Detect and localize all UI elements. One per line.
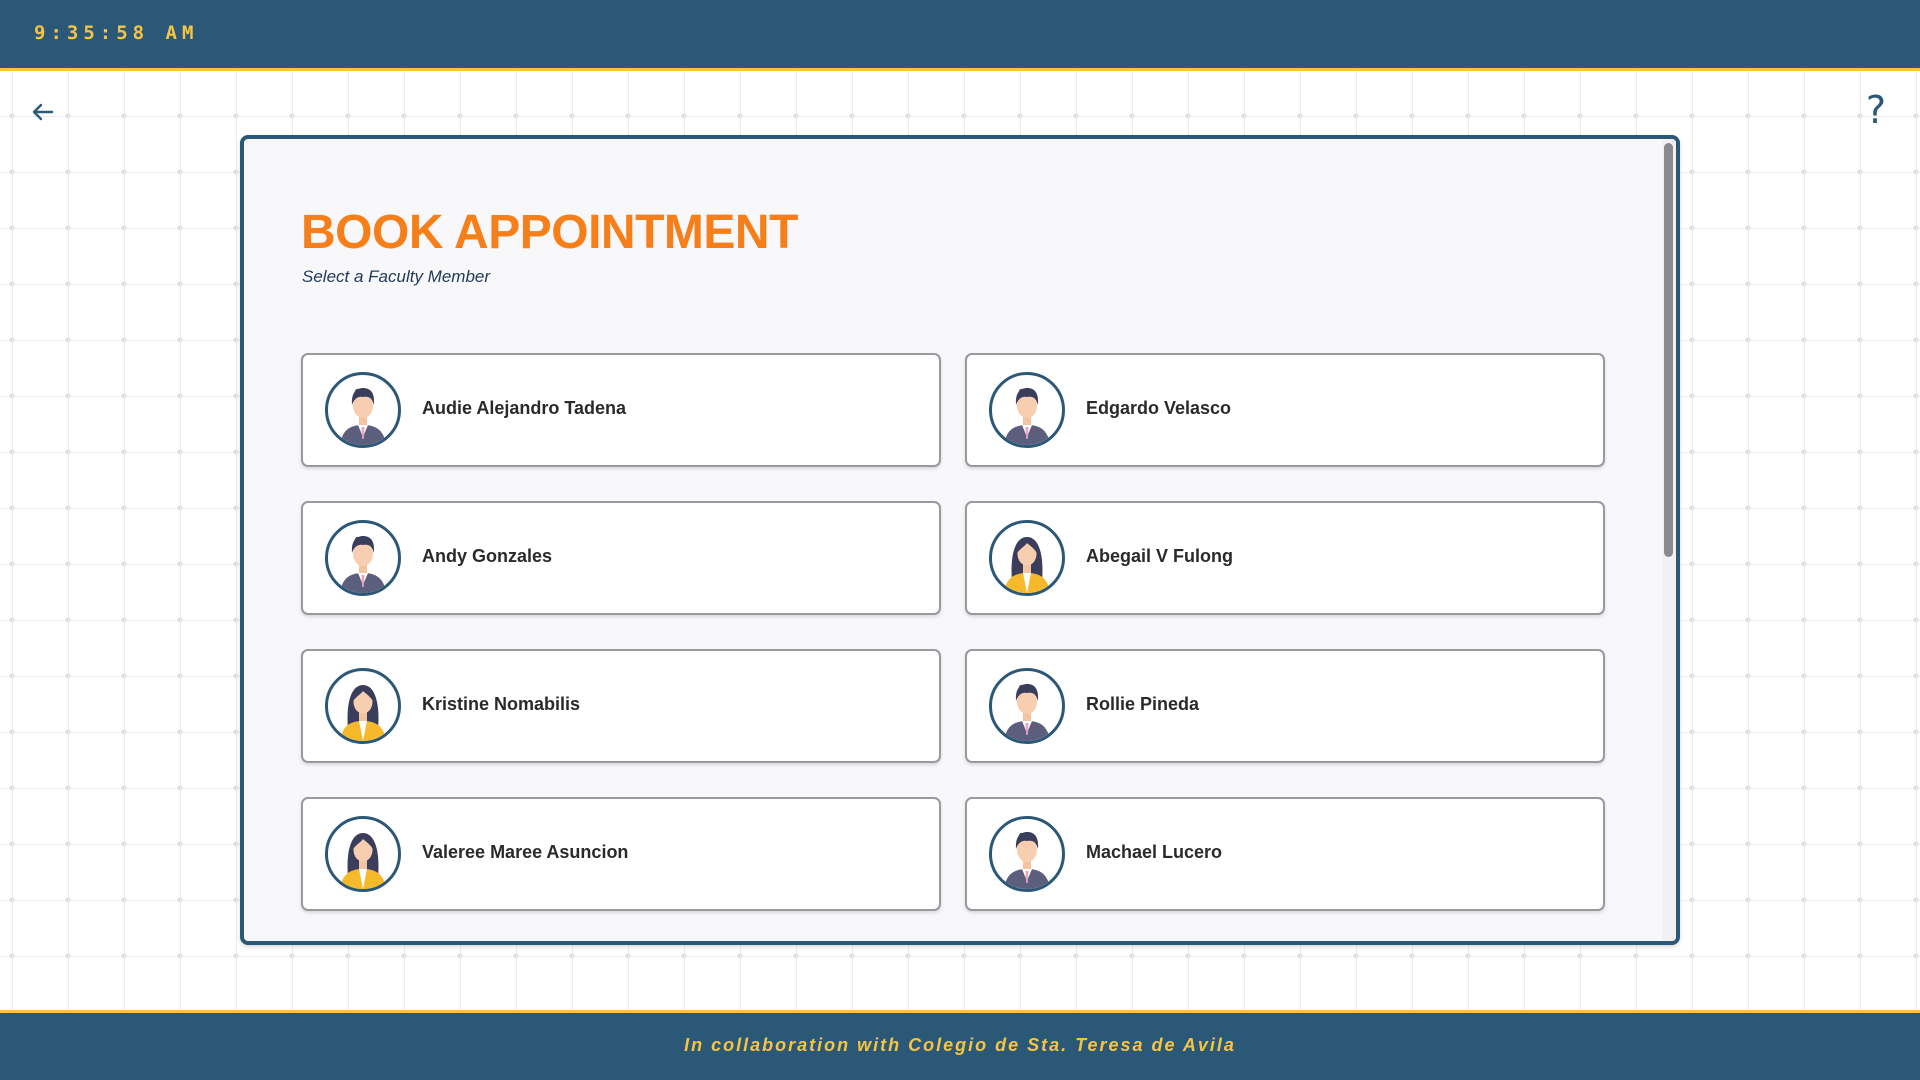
page-subtitle: Select a Faculty Member	[302, 267, 491, 286]
scrollbar[interactable]	[1662, 139, 1676, 941]
faculty-card[interactable]: Machael Lucero	[965, 797, 1605, 911]
faculty-card[interactable]: Valeree Maree Asuncion	[301, 797, 941, 911]
faculty-name: Andy Gonzales	[422, 546, 553, 566]
male-avatar-icon	[325, 520, 401, 596]
faculty-card[interactable]: Rollie Pineda	[965, 649, 1605, 763]
faculty-card[interactable]: Abegail V Fulong	[965, 501, 1605, 615]
faculty-card[interactable]: Kristine Nomabilis	[301, 649, 941, 763]
appointment-panel: BOOK APPOINTMENT Select a Faculty Member…	[240, 135, 1680, 945]
footer: In collaboration with Colegio de Sta. Te…	[0, 1010, 1920, 1080]
female-avatar-icon	[989, 520, 1065, 596]
help-button[interactable]: ?	[1860, 88, 1892, 132]
female-avatar-icon	[325, 816, 401, 892]
male-avatar-icon	[989, 372, 1065, 448]
faculty-name: Rollie Pineda	[1086, 694, 1200, 714]
faculty-card[interactable]: Audie Alejandro Tadena	[301, 353, 941, 467]
clock: 9:35:58 AM	[34, 22, 199, 44]
page-title: BOOK APPOINTMENT	[301, 206, 798, 259]
male-avatar-icon	[325, 372, 401, 448]
footer-credit: In collaboration with Colegio de Sta. Te…	[684, 1035, 1236, 1055]
faculty-name: Kristine Nomabilis	[422, 694, 581, 714]
top-bar: 9:35:58 AM	[0, 0, 1920, 71]
female-avatar-icon	[325, 668, 401, 744]
faculty-card[interactable]: Edgardo Velasco	[965, 353, 1605, 467]
faculty-name: Edgardo Velasco	[1086, 398, 1232, 418]
faculty-name: Abegail V Fulong	[1086, 546, 1233, 566]
arrow-left-icon	[32, 103, 54, 121]
faculty-name: Machael Lucero	[1086, 842, 1223, 862]
faculty-name: Valeree Maree Asuncion	[422, 842, 629, 862]
male-avatar-icon	[989, 816, 1065, 892]
scrollbar-thumb[interactable]	[1664, 143, 1673, 557]
male-avatar-icon	[989, 668, 1065, 744]
faculty-card[interactable]: Andy Gonzales	[301, 501, 941, 615]
back-button[interactable]	[26, 96, 58, 128]
faculty-name: Audie Alejandro Tadena	[422, 398, 627, 418]
faculty-list: Audie Alejandro Tadena Edgardo Velasco A…	[301, 353, 1607, 911]
